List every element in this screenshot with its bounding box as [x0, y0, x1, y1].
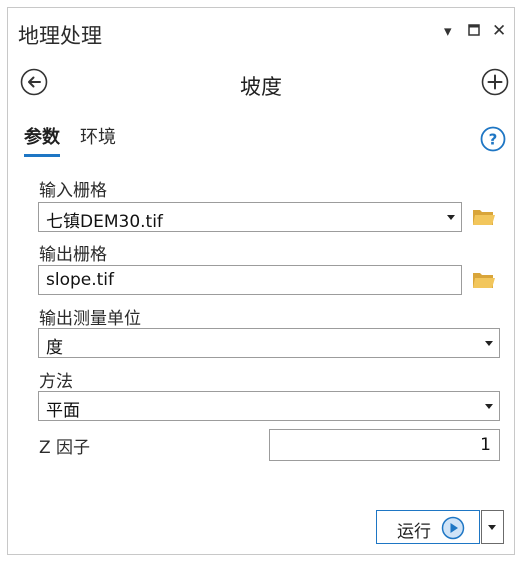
help-icon[interactable]: ? [480, 126, 506, 152]
z-factor-label: Z 因子 [39, 438, 91, 458]
add-icon[interactable] [481, 68, 509, 96]
pane-titlebar: 地理处理 ▾ ✕ [8, 8, 514, 58]
chevron-down-icon [488, 525, 496, 530]
output-raster-label: 输出栅格 [39, 245, 107, 265]
z-factor-input[interactable]: 1 [269, 429, 500, 461]
browse-folder-icon[interactable] [472, 270, 496, 290]
tool-title: 坡度 [240, 75, 282, 99]
input-raster-select[interactable]: 七镇DEM30.tif [38, 202, 462, 232]
z-factor-value: 1 [480, 435, 491, 455]
chevron-down-icon [485, 404, 493, 409]
measurement-value: 度 [46, 338, 63, 358]
pane-menu-chevron-down-icon[interactable]: ▾ [444, 21, 452, 41]
tab-parameters[interactable]: 参数 [24, 123, 60, 157]
output-raster-field[interactable]: slope.tif [38, 265, 462, 295]
pane-title: 地理处理 [18, 24, 102, 48]
geoprocessing-pane: 地理处理 ▾ ✕ 坡度 参数 环境 ? 输入栅格 七镇DEM30.tif 输出栅… [7, 7, 515, 555]
method-value: 平面 [46, 401, 80, 421]
input-raster-value: 七镇DEM30.tif [46, 212, 163, 232]
input-raster-label: 输入栅格 [39, 181, 107, 201]
measurement-label: 输出测量单位 [39, 309, 141, 329]
play-icon [441, 516, 465, 540]
run-options-dropdown[interactable] [481, 510, 504, 544]
method-select[interactable]: 平面 [38, 391, 500, 421]
measurement-select[interactable]: 度 [38, 328, 500, 358]
browse-folder-icon[interactable] [472, 207, 496, 227]
chevron-down-icon [485, 341, 493, 346]
run-button[interactable]: 运行 [376, 510, 480, 544]
output-raster-value: slope.tif [46, 270, 115, 290]
method-label: 方法 [39, 372, 73, 392]
chevron-down-icon [447, 215, 455, 220]
run-button-label: 运行 [397, 522, 431, 542]
svg-text:?: ? [489, 131, 498, 149]
tab-environments[interactable]: 环境 [80, 123, 116, 149]
tool-header: 坡度 [8, 63, 514, 103]
close-icon[interactable]: ✕ [492, 21, 506, 41]
maximize-icon[interactable] [468, 21, 480, 41]
